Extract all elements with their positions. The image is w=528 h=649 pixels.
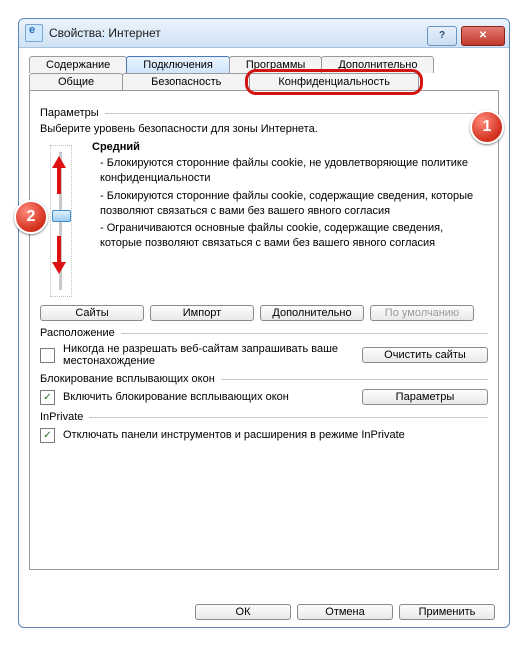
enable-popup-block-label: Включить блокирование всплывающих окон	[63, 391, 354, 403]
inprivate-disable-toolbars-label: Отключать панели инструментов и расширен…	[63, 429, 488, 441]
group-inprivate-label: InPrivate	[40, 411, 83, 423]
tab-content[interactable]: Содержание	[29, 56, 127, 73]
internet-options-icon	[25, 24, 43, 42]
annotation-badge-2: 2	[14, 200, 48, 234]
import-button[interactable]: Импорт	[150, 305, 254, 321]
annotation-arrow-line-up	[57, 168, 61, 194]
ok-button[interactable]: ОК	[195, 604, 291, 620]
annotation-badge-1: 1	[470, 110, 504, 144]
tab-programs[interactable]: Программы	[229, 56, 322, 73]
close-button[interactable]: ✕	[461, 26, 505, 46]
window-title: Свойства: Интернет	[49, 26, 161, 40]
inprivate-disable-toolbars-checkbox[interactable]	[40, 428, 55, 443]
annotation-arrow-up-icon	[52, 156, 66, 168]
privacy-bullet-2: - Блокируются сторонние файлы cookie, со…	[100, 189, 488, 219]
annotation-arrow-down-icon	[52, 262, 66, 274]
never-allow-location-checkbox[interactable]	[40, 348, 55, 363]
tab-advanced[interactable]: Дополнительно	[321, 56, 434, 73]
popup-params-button[interactable]: Параметры	[362, 389, 488, 405]
tab-body: Параметры Выберите уровень безопасности …	[29, 90, 499, 570]
enable-popup-block-checkbox[interactable]	[40, 390, 55, 405]
tab-general[interactable]: Общие	[29, 73, 123, 90]
group-location-label: Расположение	[40, 327, 115, 339]
tab-control: Содержание Подключения Программы Дополни…	[29, 56, 499, 570]
tab-privacy-label: Конфиденциальность	[278, 76, 390, 88]
never-allow-location-label: Никогда не разрешать веб-сайтам запрашив…	[63, 343, 354, 367]
dialog-window: Свойства: Интернет ? ✕ Содержание Подклю…	[18, 18, 510, 628]
tab-privacy[interactable]: Конфиденциальность	[249, 73, 419, 90]
tab-connections[interactable]: Подключения	[126, 56, 230, 73]
zone-desc: Выберите уровень безопасности для зоны И…	[40, 123, 488, 135]
slider-thumb[interactable]	[52, 210, 71, 222]
clear-sites-button[interactable]: Очистить сайты	[362, 347, 488, 363]
annotation-arrow-line-down	[57, 236, 61, 262]
default-button[interactable]: По умолчанию	[370, 305, 474, 321]
sites-button[interactable]: Сайты	[40, 305, 144, 321]
help-button[interactable]: ?	[427, 26, 457, 46]
group-params-label: Параметры	[40, 107, 99, 119]
advanced-button[interactable]: Дополнительно	[260, 305, 364, 321]
cancel-button[interactable]: Отмена	[297, 604, 393, 620]
privacy-bullet-1: - Блокируются сторонние файлы cookie, не…	[100, 156, 488, 186]
tab-security[interactable]: Безопасность	[122, 73, 250, 90]
apply-button[interactable]: Применить	[399, 604, 495, 620]
privacy-bullet-3: - Ограничиваются основные файлы cookie, …	[100, 221, 488, 251]
titlebar: Свойства: Интернет ? ✕	[19, 19, 509, 48]
privacy-level-name: Средний	[92, 141, 140, 153]
group-popup-label: Блокирование всплывающих окон	[40, 373, 215, 385]
